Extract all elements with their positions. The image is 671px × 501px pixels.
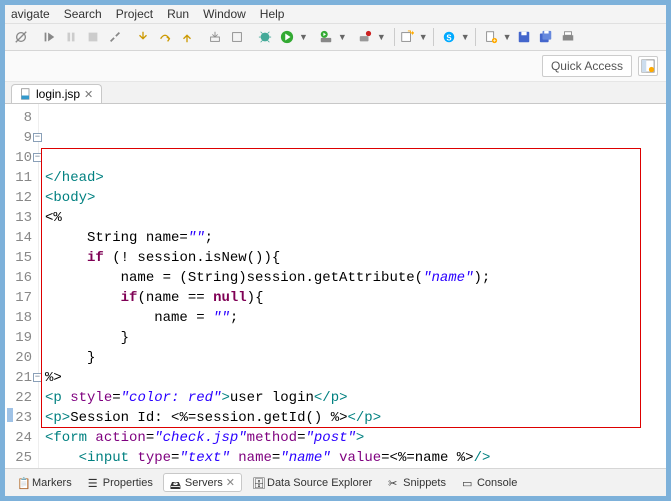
step-into-icon[interactable] — [133, 27, 153, 47]
properties-icon: ☰ — [88, 477, 100, 489]
menu-run[interactable]: Run — [167, 7, 189, 21]
line-number: 21− — [5, 368, 32, 388]
debug-icon[interactable] — [255, 27, 275, 47]
tab-data-source-explorer[interactable]: 🗄Data Source Explorer — [246, 475, 378, 491]
use-step-filters-icon[interactable] — [227, 27, 247, 47]
code-line[interactable]: String name=""; — [45, 228, 660, 248]
file-tab-login-jsp[interactable]: login.jsp ✕ — [11, 84, 102, 103]
run-icon[interactable] — [277, 27, 297, 47]
menu-search[interactable]: Search — [64, 7, 102, 21]
skype-icon[interactable]: S — [439, 27, 459, 47]
toolbar: ▼ ▼ ▼ ✦ ▼ S ▼ + ▼ — [5, 24, 666, 51]
line-number: 10− — [5, 148, 32, 168]
step-over-icon[interactable] — [155, 27, 175, 47]
code-editor[interactable]: 89−10−1112131415161718192021−22232425 </… — [5, 104, 666, 468]
tab-servers[interactable]: 🖴Servers ✕ — [163, 473, 242, 492]
save-icon[interactable] — [514, 27, 534, 47]
code-line[interactable]: } — [45, 328, 660, 348]
console-icon: ▭ — [462, 477, 474, 489]
code-line[interactable]: <input type="text" name="name" value=<%=… — [45, 448, 660, 468]
line-number: 9− — [5, 128, 32, 148]
bottom-views-tabbar: 📋Markers ☰Properties 🖴Servers ✕ 🗄Data So… — [5, 468, 666, 496]
svg-text:+: + — [492, 37, 496, 44]
editor-tabbar: login.jsp ✕ — [5, 82, 666, 104]
print-icon[interactable] — [558, 27, 578, 47]
line-number: 16 — [5, 268, 32, 288]
code-line[interactable]: if (! session.isNew()){ — [45, 248, 660, 268]
menu-window[interactable]: Window — [203, 7, 246, 21]
code-line[interactable]: <% — [45, 208, 660, 228]
menu-help[interactable]: Help — [260, 7, 285, 21]
quick-access-bar: Quick Access — [5, 51, 666, 82]
run-on-server-icon[interactable] — [316, 27, 336, 47]
save-all-icon[interactable] — [536, 27, 556, 47]
line-number: 19 — [5, 328, 32, 348]
code-line[interactable]: <p style="color: red">user login</p> — [45, 388, 660, 408]
line-number: 23 — [5, 408, 32, 428]
menu-navigate[interactable]: avigate — [11, 7, 50, 21]
line-number: 14 — [5, 228, 32, 248]
tab-snippets[interactable]: ✂Snippets — [382, 475, 452, 491]
new-file-icon[interactable]: + — [481, 27, 501, 47]
markers-icon: 📋 — [17, 477, 29, 489]
code-line[interactable]: name = ""; — [45, 308, 660, 328]
line-number: 11 — [5, 168, 32, 188]
code-area[interactable]: </head><body><% String name=""; if (! se… — [39, 104, 666, 468]
line-number: 17 — [5, 288, 32, 308]
tab-markers[interactable]: 📋Markers — [11, 475, 78, 491]
line-number: 12 — [5, 188, 32, 208]
resume-icon[interactable] — [39, 27, 59, 47]
new-wizard-icon[interactable]: ✦ — [397, 27, 417, 47]
close-tab-icon[interactable]: ✕ — [84, 88, 93, 101]
close-view-icon[interactable]: ✕ — [226, 476, 235, 489]
snippets-icon: ✂ — [388, 477, 400, 489]
svg-text:S: S — [446, 34, 451, 43]
jsp-file-icon — [20, 88, 32, 100]
servers-icon: 🖴 — [170, 477, 182, 489]
tab-properties[interactable]: ☰Properties — [82, 475, 159, 491]
menu-project[interactable]: Project — [116, 7, 153, 21]
code-line[interactable]: <p>Session Id: <%=session.getId() %></p> — [45, 408, 660, 428]
disconnect-icon[interactable] — [105, 27, 125, 47]
step-return-icon[interactable] — [177, 27, 197, 47]
line-number: 24 — [5, 428, 32, 448]
data-source-icon: 🗄 — [252, 477, 264, 489]
code-line[interactable]: if(name == null){ — [45, 288, 660, 308]
quick-access-input[interactable]: Quick Access — [542, 55, 632, 77]
drop-to-frame-icon[interactable] — [205, 27, 225, 47]
tab-console[interactable]: ▭Console — [456, 475, 523, 491]
code-line[interactable]: <form action="check.jsp"method="post"> — [45, 428, 660, 448]
line-number: 25 — [5, 448, 32, 468]
open-perspective-icon[interactable] — [638, 56, 658, 76]
suspend-icon[interactable] — [61, 27, 81, 47]
menubar: avigate Search Project Run Window Help — [5, 5, 666, 24]
code-line[interactable]: <body> — [45, 188, 660, 208]
line-number: 22 — [5, 388, 32, 408]
skip-breakpoints-icon[interactable] — [11, 27, 31, 47]
terminate-icon[interactable] — [83, 27, 103, 47]
code-line[interactable]: name = (String)session.getAttribute("nam… — [45, 268, 660, 288]
svg-text:✦: ✦ — [409, 30, 413, 37]
line-number-gutter: 89−10−1112131415161718192021−22232425 — [5, 104, 39, 468]
line-number: 15 — [5, 248, 32, 268]
code-line[interactable]: } — [45, 348, 660, 368]
line-number: 8 — [5, 108, 32, 128]
code-line[interactable]: %> — [45, 368, 660, 388]
line-number: 13 — [5, 208, 32, 228]
file-tab-label: login.jsp — [36, 87, 80, 101]
line-number: 20 — [5, 348, 32, 368]
code-line[interactable]: </head> — [45, 168, 660, 188]
line-number: 18 — [5, 308, 32, 328]
new-server-icon[interactable] — [355, 27, 375, 47]
